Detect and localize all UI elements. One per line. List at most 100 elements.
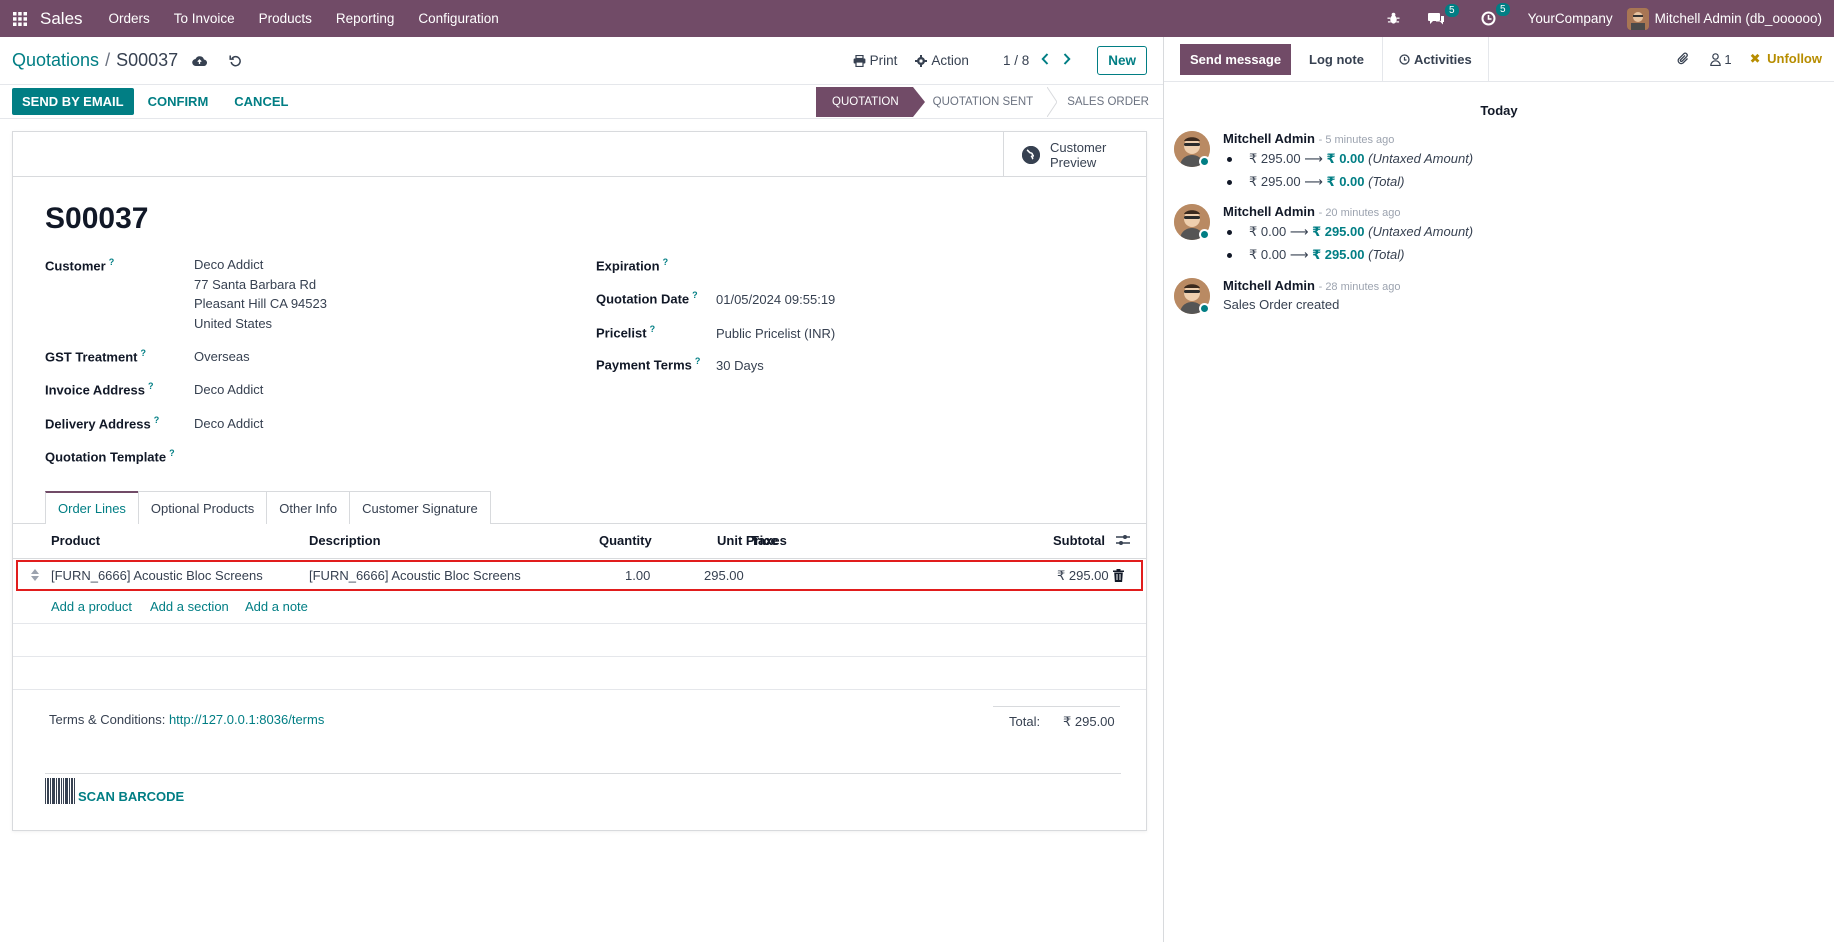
status-row: SEND BY EMAIL CONFIRM CANCEL QUOTATION Q… xyxy=(0,85,1163,119)
pager-value[interactable]: 1 / 8 xyxy=(1003,53,1029,68)
gst-treatment-label: GST Treatment? xyxy=(45,348,146,364)
breadcrumb-separator: / xyxy=(105,50,111,70)
invoice-address-field[interactable]: Deco Addict xyxy=(194,380,263,400)
new-value: ₹ 0.00 xyxy=(1326,151,1365,166)
menu-configuration[interactable]: Configuration xyxy=(406,0,510,37)
log-note-button[interactable]: Log note xyxy=(1291,36,1383,82)
menu-orders[interactable]: Orders xyxy=(97,0,162,37)
button-box: Customer Preview xyxy=(13,132,1146,177)
quotation-date-field[interactable]: 01/05/2024 09:55:19 xyxy=(716,290,835,310)
help-tooltip[interactable]: ? xyxy=(148,381,154,391)
cancel-button[interactable]: CANCEL xyxy=(234,88,288,115)
template-label-text: Quotation Template xyxy=(45,449,167,465)
unfollow-button[interactable]: ✖ Unfollow xyxy=(1750,51,1822,67)
pager-previous-icon[interactable] xyxy=(1041,53,1049,68)
action-button[interactable]: Action xyxy=(915,53,969,68)
help-tooltip[interactable]: ? xyxy=(154,415,160,425)
invoice-address-label: Invoice Address? xyxy=(45,381,153,397)
messaging-icon[interactable]: 5 xyxy=(1427,3,1459,26)
pager-next-icon[interactable] xyxy=(1063,53,1071,68)
payment-label-text: Payment Terms xyxy=(596,357,692,373)
row-unit-price[interactable]: 295.00 xyxy=(704,568,744,583)
add-product-link[interactable]: Add a product xyxy=(51,599,132,614)
user-menu[interactable]: Mitchell Admin (db_oooooo) xyxy=(1626,7,1822,30)
followers-button[interactable]: 1 xyxy=(1710,52,1732,67)
apps-menu-icon[interactable] xyxy=(6,0,34,37)
attachment-paperclip-icon[interactable] xyxy=(1677,52,1690,66)
stage-separator-icon xyxy=(1047,86,1058,117)
tab-order-lines[interactable]: Order Lines xyxy=(45,491,139,524)
help-tooltip[interactable]: ? xyxy=(109,257,115,267)
new-button[interactable]: New xyxy=(1097,46,1147,75)
tab-optional-products[interactable]: Optional Products xyxy=(137,491,268,524)
menu-to-invoice[interactable]: To Invoice xyxy=(162,0,247,37)
activities-clock-icon[interactable]: 5 xyxy=(1481,3,1510,26)
delete-trash-icon[interactable] xyxy=(1113,569,1124,585)
total-amount: ₹ 295.00 xyxy=(1063,714,1115,729)
gst-label-text: GST Treatment xyxy=(45,349,138,365)
customer-address-line3: United States xyxy=(194,315,273,331)
customer-preview-button[interactable]: Customer Preview xyxy=(1003,132,1146,177)
quotation-date-label: Quotation Date? xyxy=(596,290,698,306)
add-note-link[interactable]: Add a note xyxy=(245,599,308,614)
row-product[interactable]: [FURN_6666] Acoustic Bloc Screens xyxy=(51,568,263,583)
pricelist-label: Pricelist? xyxy=(596,324,655,340)
col-header-quantity[interactable]: Quantity xyxy=(599,533,652,548)
help-tooltip[interactable]: ? xyxy=(169,448,175,458)
col-header-taxes[interactable]: Taxes xyxy=(751,533,787,548)
message-time: - 5 minutes ago xyxy=(1318,134,1395,146)
customer-field[interactable]: Deco Addict 77 Santa Barbara Rd Pleasant… xyxy=(194,255,327,333)
print-button[interactable]: Print xyxy=(853,53,897,68)
stage-sales-order[interactable]: SALES ORDER xyxy=(1057,87,1163,117)
help-tooltip[interactable]: ? xyxy=(692,290,698,300)
old-value: ₹ 295.00 xyxy=(1249,151,1301,166)
chatter-divider xyxy=(1163,37,1164,942)
breadcrumb-current: S00037 xyxy=(116,50,179,70)
stage-quotation[interactable]: QUOTATION xyxy=(816,86,913,117)
author-name[interactable]: Mitchell Admin xyxy=(1223,278,1315,293)
author-name[interactable]: Mitchell Admin xyxy=(1223,131,1315,146)
invoice-label-text: Invoice Address xyxy=(45,382,145,398)
company-switcher[interactable]: YourCompany xyxy=(1528,11,1613,26)
author-name[interactable]: Mitchell Admin xyxy=(1223,204,1315,219)
optional-columns-icon[interactable] xyxy=(1116,533,1130,550)
row-quantity[interactable]: 1.00 xyxy=(625,568,650,583)
drag-handle-icon[interactable] xyxy=(31,569,39,584)
col-header-product[interactable]: Product xyxy=(51,533,100,548)
tab-other-info[interactable]: Other Info xyxy=(266,491,351,524)
help-tooltip[interactable]: ? xyxy=(663,257,669,267)
tab-customer-signature[interactable]: Customer Signature xyxy=(349,491,491,524)
breadcrumb-quotations[interactable]: Quotations xyxy=(12,50,99,71)
pricelist-field[interactable]: Public Pricelist (INR) xyxy=(716,324,835,344)
action-label: Action xyxy=(931,53,969,68)
app-brand[interactable]: Sales xyxy=(40,9,83,29)
help-tooltip[interactable]: ? xyxy=(695,356,701,366)
discard-undo-icon[interactable] xyxy=(229,54,242,67)
arrow-right-icon: ⟶ xyxy=(1289,224,1313,239)
add-section-link[interactable]: Add a section xyxy=(150,599,229,614)
col-header-description[interactable]: Description xyxy=(309,533,381,548)
preview-label-line1: Customer xyxy=(1050,139,1107,155)
control-panel: Quotations / S00037 Print Action 1 / 8 N xyxy=(0,37,1163,85)
help-tooltip[interactable]: ? xyxy=(650,324,656,334)
scan-barcode-button[interactable]: SCAN BARCODE xyxy=(45,778,184,804)
menu-reporting[interactable]: Reporting xyxy=(324,0,407,37)
row-description[interactable]: [FURN_6666] Acoustic Bloc Screens xyxy=(309,568,521,583)
debug-bug-icon[interactable] xyxy=(1387,12,1400,25)
confirm-button[interactable]: CONFIRM xyxy=(148,88,209,115)
online-status-dot xyxy=(1199,303,1210,314)
activities-button[interactable]: Activities xyxy=(1383,36,1489,82)
help-tooltip[interactable]: ? xyxy=(140,348,146,358)
tracked-field: (Untaxed Amount) xyxy=(1368,151,1474,166)
stage-quotation-sent[interactable]: QUOTATION SENT xyxy=(925,87,1048,117)
user-avatar xyxy=(1626,7,1649,30)
delivery-address-field[interactable]: Deco Addict xyxy=(194,414,263,434)
col-header-subtotal[interactable]: Subtotal xyxy=(1053,533,1105,548)
payment-terms-field[interactable]: 30 Days xyxy=(716,356,764,376)
menu-products[interactable]: Products xyxy=(247,0,324,37)
send-message-button[interactable]: Send message xyxy=(1180,43,1292,75)
send-by-email-button[interactable]: SEND BY EMAIL xyxy=(12,88,134,115)
gst-treatment-field[interactable]: Overseas xyxy=(194,347,250,367)
save-cloud-icon[interactable] xyxy=(192,55,208,67)
terms-link[interactable]: http://127.0.0.1:8036/terms xyxy=(169,712,324,727)
